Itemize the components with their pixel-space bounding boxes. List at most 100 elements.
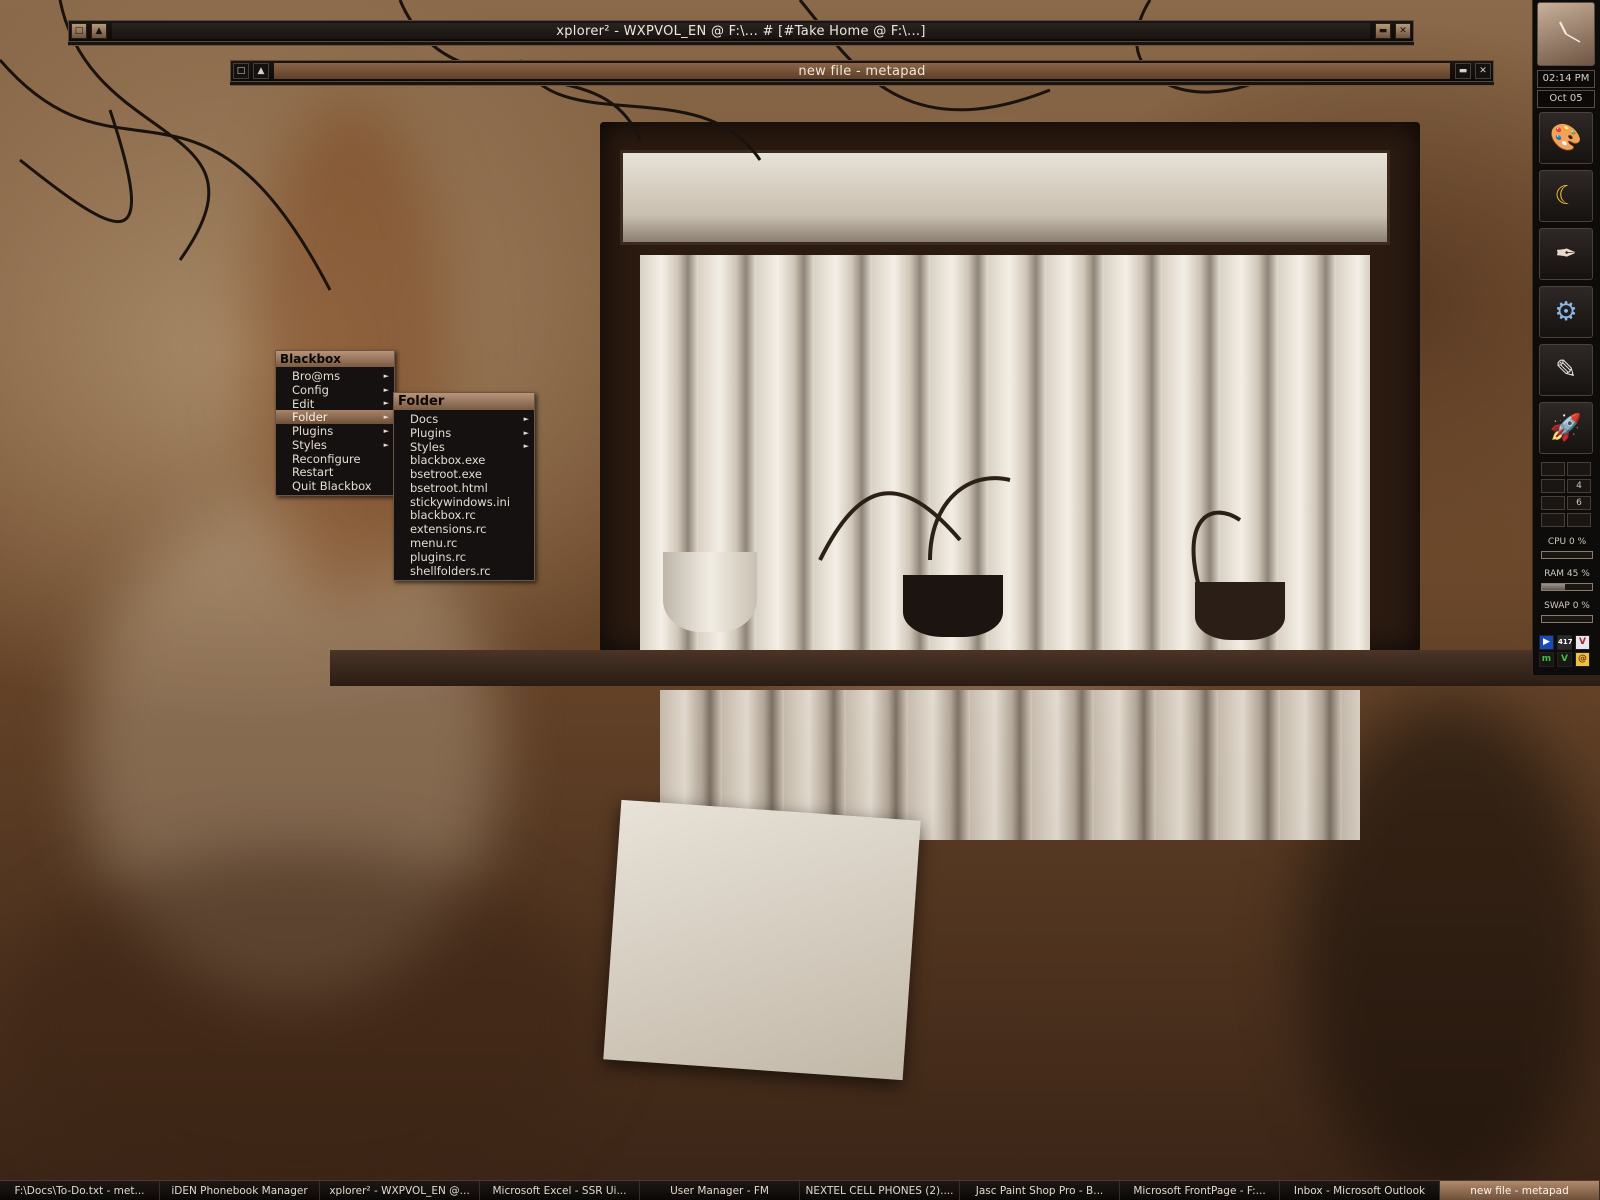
menu-item-label: Docs: [410, 411, 439, 426]
menu-item-label: shellfolders.rc: [410, 563, 491, 578]
menu-item-label: Quit Blackbox: [292, 479, 372, 494]
workspace-cell[interactable]: 4: [1567, 479, 1591, 493]
taskbar-button[interactable]: NEXTEL CELL PHONES (2)....: [800, 1181, 960, 1200]
menu-item-label: bsetroot.html: [410, 480, 488, 495]
menu-item-label: blackbox.exe: [410, 453, 486, 468]
menu-item[interactable]: extensions.rc: [394, 522, 534, 536]
clock-face-icon: [1559, 21, 1581, 43]
menu-item[interactable]: Plugins ►: [276, 424, 394, 438]
submenu-arrow-icon: ►: [383, 427, 389, 436]
taskbar-button[interactable]: Microsoft FrontPage - F:...: [1120, 1181, 1280, 1200]
menu-item[interactable]: blackbox.rc: [394, 508, 534, 522]
rocket-icon[interactable]: 🚀: [1539, 402, 1593, 454]
menu-item-label: Plugins: [410, 425, 452, 440]
date-readout: Oct 05: [1537, 90, 1595, 108]
menu-item[interactable]: plugins.rc: [394, 550, 534, 564]
xplorer-frame-edge: [68, 42, 1414, 46]
submenu-arrow-icon: ►: [383, 385, 389, 394]
taskbar-button[interactable]: Jasc Paint Shop Pro - B...: [960, 1181, 1120, 1200]
submenu-arrow-icon: ►: [383, 413, 389, 422]
folder-submenu[interactable]: Folder Docs ► Plugins ► Styles ► blackbox.exe b…: [393, 392, 535, 581]
taskbar-button[interactable]: User Manager - FM: [640, 1181, 800, 1200]
antivirus-icon[interactable]: V: [1575, 635, 1590, 650]
taskbar-button[interactable]: Inbox - Microsoft Outlook: [1280, 1181, 1440, 1200]
wallpaper-hanging-cloth: [603, 799, 921, 1081]
xplorer-titlebar[interactable]: □ ▲ xplorer² - WXPVOL_EN @ F:\... # [#Ta…: [68, 20, 1414, 42]
media-play-icon[interactable]: ▶: [1539, 635, 1554, 650]
menu-item-label: Bro@ms: [292, 368, 341, 383]
taskbar-button[interactable]: iDEN Phonebook Manager: [160, 1181, 320, 1200]
menu-item[interactable]: Quit Blackbox: [276, 479, 394, 493]
workspace-cell[interactable]: [1567, 513, 1591, 527]
menu-title: Blackbox: [276, 351, 394, 367]
analog-clock[interactable]: [1537, 2, 1595, 66]
shade-icon[interactable]: ▲: [253, 63, 269, 79]
menu-item[interactable]: Styles ►: [276, 438, 394, 452]
menu-item-label: Config: [292, 382, 329, 397]
menu-item-label: Edit: [292, 396, 315, 411]
menu-item[interactable]: bsetroot.html: [394, 481, 534, 495]
menu-item[interactable]: blackbox.exe: [394, 453, 534, 467]
minimize-icon[interactable]: ▬: [1375, 23, 1391, 39]
menu-item-label: stickywindows.ini: [410, 494, 511, 509]
menu-item[interactable]: stickywindows.ini: [394, 495, 534, 509]
close-icon[interactable]: ✕: [1395, 23, 1411, 39]
taskbar: F:\Docs\To-Do.txt - met... iDEN Phonebook…: [0, 1180, 1600, 1200]
menu-item-label: bsetroot.exe: [410, 467, 482, 482]
wall-stain: [0, 850, 600, 1200]
ram-meter: [1541, 583, 1593, 591]
workspace-cell[interactable]: [1567, 462, 1591, 476]
menu-item-label: Styles: [292, 437, 327, 452]
metapad-frame-edge: [230, 82, 1494, 86]
feather-icon[interactable]: ✒: [1539, 228, 1593, 280]
submenu-arrow-icon: ►: [383, 371, 389, 380]
menu-item[interactable]: shellfolders.rc: [394, 564, 534, 578]
pen-icon[interactable]: ✎: [1539, 344, 1593, 396]
workspace-cell[interactable]: [1541, 479, 1565, 493]
wallpaper-wires: [0, 0, 1281, 591]
menu-item[interactable]: Config ►: [276, 383, 394, 397]
window-menu-icon[interactable]: □: [233, 63, 249, 79]
clock-tray-icon[interactable]: @: [1575, 652, 1590, 667]
blackbox-root-menu[interactable]: Blackbox Bro@ms ► Config ► Edit ► Folder ► Plugi…: [275, 350, 395, 497]
cpu-label: CPU 0 %: [1547, 537, 1587, 547]
menu-item[interactable]: Reconfigure: [276, 452, 394, 466]
taskbar-button[interactable]: new file - metapad: [1440, 1181, 1600, 1200]
ram-meter-fill: [1542, 584, 1565, 590]
workspace-cell[interactable]: [1541, 462, 1565, 476]
menu-item[interactable]: Folder ►: [276, 410, 394, 424]
counter-icon[interactable]: 417: [1557, 635, 1573, 650]
taskbar-button[interactable]: Microsoft Excel - SSR Ui...: [480, 1181, 640, 1200]
submenu-arrow-icon: ►: [383, 440, 389, 449]
gear-icon[interactable]: ⚙: [1539, 286, 1593, 338]
minimize-icon[interactable]: ▬: [1455, 63, 1471, 79]
taskbar-button[interactable]: xplorer² - WXPVOL_EN @...: [320, 1181, 480, 1200]
menu-item[interactable]: Plugins ►: [394, 426, 534, 440]
metapad-titlebar[interactable]: □ ▲ new file - metapad ▬ ✕: [230, 60, 1494, 82]
menu-item-label: Plugins: [292, 424, 334, 439]
palette-icon[interactable]: 🎨: [1539, 112, 1593, 164]
slit-panel: 02:14 PM Oct 05 🎨 ☾ ✒ ⚙ ✎ 🚀 4 6 CPU 0 % …: [1532, 0, 1600, 675]
menu-item[interactable]: bsetroot.exe: [394, 467, 534, 481]
window-menu-icon[interactable]: □: [71, 23, 87, 39]
close-icon[interactable]: ✕: [1475, 63, 1491, 79]
workspace-cell[interactable]: [1541, 496, 1565, 510]
ram-label: RAM 45 %: [1544, 569, 1590, 579]
menu-item[interactable]: menu.rc: [394, 536, 534, 550]
submenu-arrow-icon: ►: [523, 442, 529, 451]
messenger-icon[interactable]: m: [1539, 652, 1554, 667]
submenu-arrow-icon: ►: [523, 414, 529, 423]
menu-item[interactable]: Restart: [276, 465, 394, 479]
vs-icon[interactable]: V: [1557, 652, 1572, 667]
taskbar-button[interactable]: F:\Docs\To-Do.txt - met...: [0, 1181, 160, 1200]
workspace-cell[interactable]: 6: [1567, 496, 1591, 510]
moon-icon[interactable]: ☾: [1539, 170, 1593, 222]
menu-item-label: menu.rc: [410, 536, 458, 551]
workspace-cell[interactable]: [1541, 513, 1565, 527]
menu-item[interactable]: Styles ►: [394, 440, 534, 454]
menu-item[interactable]: Bro@ms ►: [276, 369, 394, 383]
window-title: xplorer² - WXPVOL_EN @ F:\... # [#Take H…: [112, 23, 1370, 39]
menu-item[interactable]: Docs ►: [394, 412, 534, 426]
shade-icon[interactable]: ▲: [91, 23, 107, 39]
menu-item[interactable]: Edit ►: [276, 397, 394, 411]
